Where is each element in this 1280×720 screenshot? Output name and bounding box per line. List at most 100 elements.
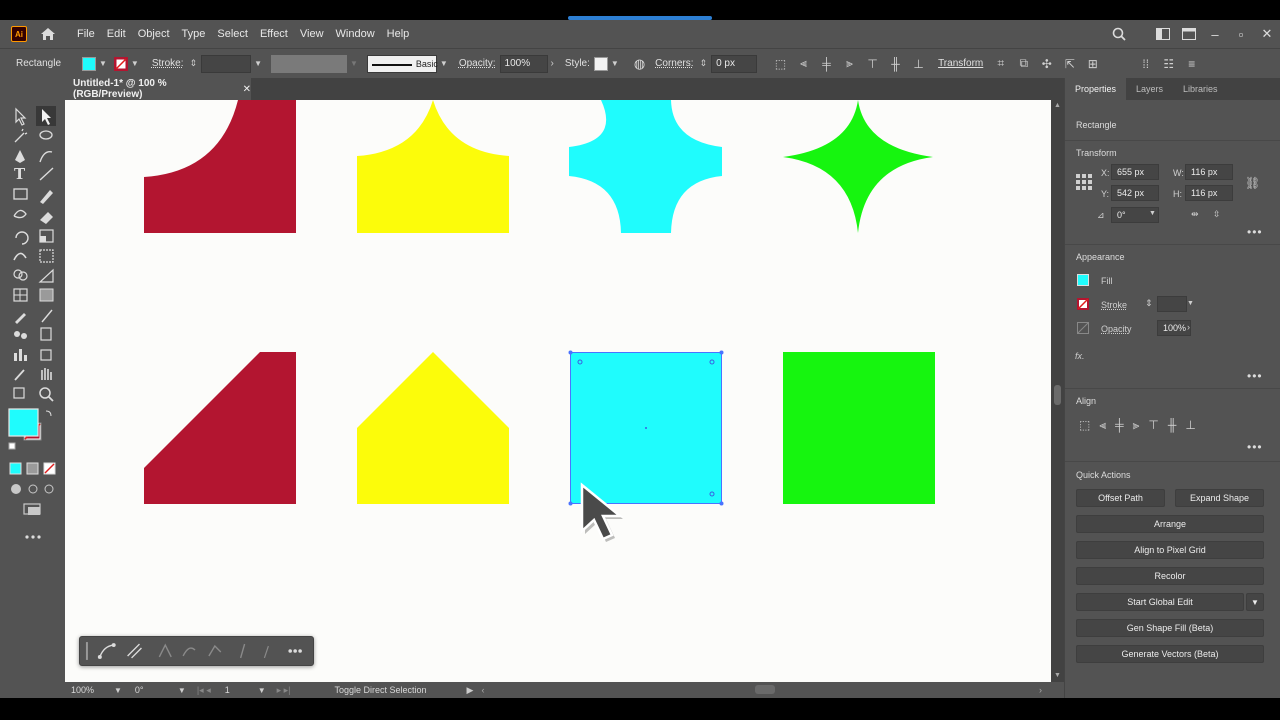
minimize-icon[interactable]: –: [1202, 20, 1228, 48]
flip-vertical-icon[interactable]: ⇳: [1213, 209, 1221, 220]
transform-link[interactable]: Transform: [938, 58, 983, 69]
start-global-edit-button[interactable]: Start Global Edit: [1076, 593, 1244, 611]
tab-libraries[interactable]: Libraries: [1173, 78, 1228, 100]
scroll-right-icon[interactable]: ›: [1039, 685, 1042, 695]
tab-properties[interactable]: Properties: [1065, 78, 1127, 100]
crop-icon[interactable]: ⌗: [989, 56, 1012, 71]
align-to-pixel-grid-button[interactable]: Align to Pixel Grid: [1076, 541, 1264, 559]
graphic-style-swatch[interactable]: [593, 56, 608, 71]
shape-builder-tool[interactable]: [10, 266, 30, 286]
shape-mode-icon[interactable]: ⧉: [1012, 56, 1035, 71]
menu-effect[interactable]: Effect: [254, 20, 294, 48]
stroke-swatch[interactable]: [113, 56, 128, 71]
appearance-opacity-label[interactable]: Opacity: [1101, 324, 1132, 334]
global-edit-options-chevron-icon[interactable]: ▼: [1246, 593, 1264, 611]
menu-edit[interactable]: Edit: [101, 20, 132, 48]
appearance-stroke-label[interactable]: Stroke: [1101, 300, 1127, 310]
direct-selection-tool[interactable]: [36, 106, 56, 126]
chevron-down-icon[interactable]: ▼: [254, 59, 262, 68]
swap-fill-stroke-icon[interactable]: [42, 408, 54, 420]
pen-tool[interactable]: [10, 146, 30, 166]
recolor-globe-icon[interactable]: ◍: [634, 56, 645, 72]
constrain-proportions-icon[interactable]: ⛓: [1245, 176, 1260, 190]
default-colors-icon[interactable]: [8, 442, 17, 451]
align-right-icon[interactable]: ⫸: [838, 56, 861, 71]
appearance-fill-swatch[interactable]: [1077, 274, 1089, 286]
warp-tool[interactable]: [10, 246, 30, 266]
scroll-left-icon[interactable]: ‹: [481, 685, 484, 695]
chevron-down-icon[interactable]: ▼: [131, 59, 139, 68]
align-to-icon[interactable]: ⬚: [769, 57, 792, 71]
chevron-down-icon[interactable]: ▼: [611, 59, 619, 68]
blend-tool[interactable]: [10, 326, 30, 346]
appearance-stroke-swatch[interactable]: [1077, 298, 1089, 310]
first-artboard-icon[interactable]: |◂ ◂: [197, 685, 211, 696]
chevron-down-icon[interactable]: ▼: [440, 59, 448, 68]
draw-mode-icons[interactable]: [8, 481, 58, 497]
symbol-sprayer-tool[interactable]: [36, 326, 56, 346]
menu-help[interactable]: Help: [381, 20, 416, 48]
offset-path-button[interactable]: Offset Path: [1076, 489, 1165, 507]
flip-horizontal-icon[interactable]: ⇹: [1191, 209, 1199, 220]
gen-shape-fill-button[interactable]: Gen Shape Fill (Beta): [1076, 619, 1264, 637]
corners-stepper-icon[interactable]: ⇕: [700, 58, 708, 69]
measure-tool[interactable]: [36, 306, 56, 326]
arrange-documents-icon[interactable]: [1176, 20, 1202, 48]
curve-tool-icon[interactable]: [94, 641, 118, 663]
document-tab[interactable]: Untitled-1* @ 100 % (RGB/Preview) ✕: [65, 78, 251, 100]
align-top-icon[interactable]: ⊤: [1148, 418, 1158, 433]
x-input[interactable]: 655 px: [1111, 164, 1159, 180]
more-options-icon[interactable]: [284, 641, 308, 663]
brush-definition[interactable]: Basic: [366, 54, 438, 73]
mesh-tool[interactable]: [10, 286, 30, 306]
fx-icon[interactable]: fx.: [1075, 351, 1085, 361]
shaper-tool[interactable]: [10, 206, 30, 226]
artboard-canvas[interactable]: [65, 100, 1051, 682]
symbol-tool[interactable]: [10, 386, 30, 406]
eraser-tool[interactable]: [36, 206, 56, 226]
none-mode-icon[interactable]: [43, 462, 56, 475]
menu-view[interactable]: View: [294, 20, 330, 48]
chevron-down-icon[interactable]: ▼: [1149, 210, 1156, 217]
free-transform-tool[interactable]: [36, 246, 56, 266]
screen-mode-icon[interactable]: [22, 501, 42, 521]
close-tab-icon[interactable]: ✕: [243, 84, 251, 95]
home-icon[interactable]: [39, 25, 57, 43]
expand-shape-button[interactable]: Expand Shape: [1175, 489, 1264, 507]
rotate-tool[interactable]: [10, 226, 30, 246]
gradient-tool[interactable]: [36, 286, 56, 306]
selection-tool[interactable]: [10, 106, 30, 126]
variable-width-profile[interactable]: [271, 54, 347, 73]
rectangle-tool[interactable]: [10, 186, 30, 206]
export-icon[interactable]: ⇱: [1058, 57, 1081, 71]
search-icon[interactable]: [1106, 20, 1132, 48]
scroll-up-icon[interactable]: ▲: [1054, 102, 1061, 109]
chevron-right-icon[interactable]: ›: [1187, 322, 1190, 332]
magic-wand-tool[interactable]: [10, 126, 30, 146]
menu-icon[interactable]: ≡: [1180, 57, 1203, 71]
menu-window[interactable]: Window: [330, 20, 381, 48]
stroke-weight-field[interactable]: [1157, 296, 1187, 312]
align-vcenter-icon[interactable]: ╫: [884, 57, 907, 71]
line-segment-tool[interactable]: [36, 166, 56, 186]
zoom-tool[interactable]: [36, 386, 56, 406]
fill-swatch[interactable]: [82, 56, 96, 71]
more-transform-icon[interactable]: •••: [1247, 225, 1263, 239]
artboard-tool[interactable]: [36, 346, 56, 366]
scale-tool[interactable]: [36, 226, 56, 246]
slice-tool[interactable]: [10, 366, 30, 386]
horizontal-scroll-thumb[interactable]: [755, 685, 775, 694]
vertical-scrollbar[interactable]: ▲ ▼: [1051, 100, 1064, 682]
reference-point-icon[interactable]: [1076, 174, 1092, 190]
artboard-number[interactable]: 1: [225, 685, 255, 695]
y-input[interactable]: 542 px: [1111, 185, 1159, 201]
more-appearance-icon[interactable]: •••: [1247, 369, 1263, 383]
close-window-icon[interactable]: ✕: [1254, 20, 1280, 48]
hand-tool[interactable]: [36, 366, 56, 386]
stroke-weight-input[interactable]: [201, 54, 252, 73]
appearance-opacity-input[interactable]: 100%: [1157, 320, 1191, 336]
chevron-right-icon[interactable]: ›: [551, 58, 554, 69]
menu-file[interactable]: File: [71, 20, 101, 48]
color-mode-icon[interactable]: [9, 462, 22, 475]
corners-input[interactable]: 0 px: [711, 54, 758, 73]
